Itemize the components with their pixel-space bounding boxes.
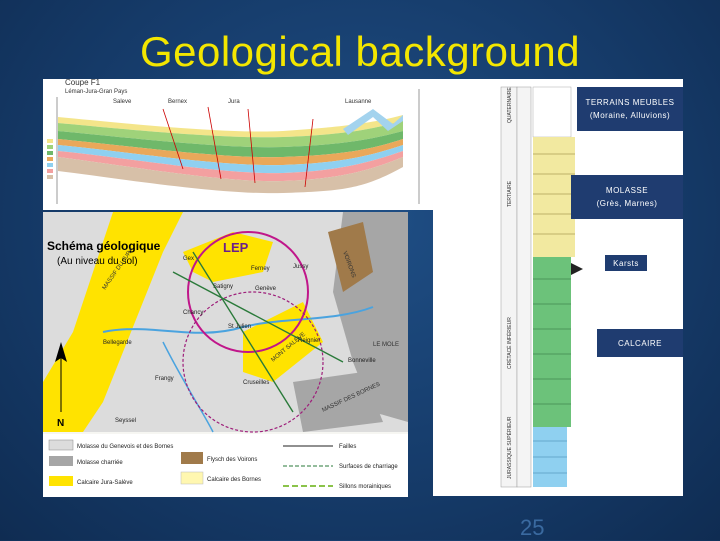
place-st-julien: St Julien	[228, 324, 251, 330]
place-ferney: Ferney	[251, 266, 270, 272]
side-quaternaire: QUATERNAIRE	[507, 87, 513, 123]
legend-flysch: Flysch des Voirons	[207, 457, 257, 463]
place-satigny: Satigny	[213, 284, 233, 290]
section-label-lausanne: Lausanne	[345, 99, 372, 105]
slide-number: 25	[520, 515, 545, 540]
calcaire-text: CALCAIRE	[617, 338, 662, 348]
legend-sillons: Sillons morainiques	[339, 484, 391, 490]
molasse-detail: (Grès, Marnes)	[596, 199, 658, 208]
strat-drawing: QUATERNAIRE TERTIAIRE CRÉTACÉ INFÉRIEUR …	[433, 79, 683, 496]
molasse-title: MOLASSE	[605, 186, 649, 195]
section-label-saleve: Saleve	[113, 99, 132, 105]
label-terrains-meubles: TERRAINS MEUBLES (Moraine, Alluvions)	[577, 87, 683, 131]
place-gex: Gex	[183, 256, 194, 262]
stratigraphic-column: QUATERNAIRE TERTIAIRE CRÉTACÉ INFÉRIEUR …	[433, 79, 683, 496]
section-caption: Coupe F1	[65, 79, 101, 87]
place-bonneville: Bonneville	[348, 358, 376, 364]
north-label: N	[57, 418, 64, 429]
place-frangy: Frangy	[155, 376, 174, 382]
label-calcaire: CALCAIRE	[597, 329, 683, 357]
map-title: Schéma géologique	[47, 239, 161, 253]
slide-title: Geological background	[139, 28, 581, 75]
place-geneve: Genève	[255, 286, 277, 292]
geological-cross-section: Coupe F1 Léman-Jura-Gran Pays Saleve Ber…	[43, 79, 433, 210]
feature-le-mole: LE MOLE	[373, 342, 399, 348]
side-cretace: CRÉTACÉ INFÉRIEUR	[506, 317, 513, 369]
terrains-detail: (Moraine, Alluvions)	[589, 111, 671, 120]
cross-section-drawing: Coupe F1 Léman-Jura-Gran Pays Saleve Ber…	[43, 79, 433, 210]
section-label-jura: Jura	[228, 99, 240, 105]
legend-bornes: Calcaire des Bornes	[207, 477, 261, 483]
legend-molasse: Molasse du Genevois et des Bornes	[77, 444, 173, 450]
side-tertiaire: TERTIAIRE	[507, 180, 513, 207]
lep-label: LEP	[223, 240, 249, 255]
legend-calcaire: Calcaire Jura-Salève	[77, 480, 133, 486]
place-jussy: Jussy	[293, 264, 308, 270]
section-label-bernex: Bernex	[168, 99, 187, 105]
label-molasse: MOLASSE (Grès, Marnes)	[571, 175, 683, 219]
side-jurassique: JURASSIQUE SUPÉRIEUR	[506, 416, 513, 479]
legend-charriage: Surfaces de charriage	[339, 464, 398, 470]
geological-map: Schéma géologique (Au niveau du sol) LEP…	[43, 212, 408, 497]
place-seyssel: Seyssel	[115, 418, 136, 424]
place-chancy: Chancy	[183, 310, 203, 316]
map-drawing: Schéma géologique (Au niveau du sol) LEP…	[43, 212, 408, 497]
legend-charriee: Molasse charriée	[77, 460, 123, 466]
terrains-title: TERRAINS MEUBLES	[585, 98, 675, 107]
label-karsts: Karsts	[605, 255, 647, 271]
place-cruseilles: Cruseilles	[243, 380, 269, 386]
section-subcaption: Léman-Jura-Gran Pays	[65, 89, 127, 95]
legend-failles: Failles	[339, 444, 356, 450]
karsts-text: Karsts	[613, 258, 639, 268]
place-bellegarde: Bellegarde	[103, 340, 132, 346]
